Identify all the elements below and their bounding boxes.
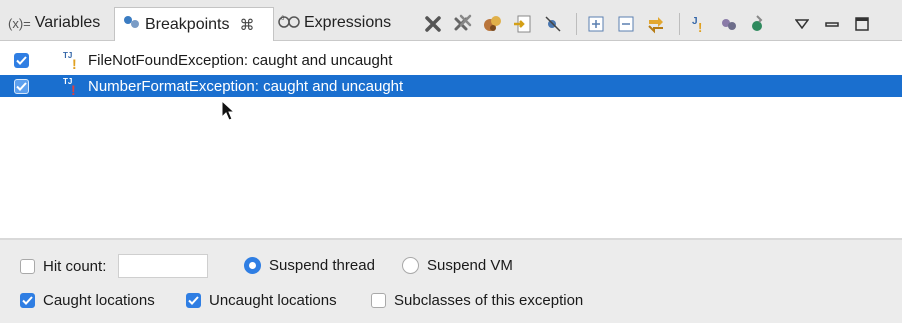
tab-close-icon[interactable]: ⌘: [240, 16, 255, 34]
breakpoints-toolbar: J!: [420, 10, 879, 38]
view-menu-icon[interactable]: [789, 11, 815, 37]
link-with-debug-icon[interactable]: [480, 11, 506, 37]
skip-breakpoints-icon[interactable]: [540, 11, 566, 37]
breakpoint-row[interactable]: TJ! NumberFormatException: caught and un…: [0, 75, 902, 98]
suspend-thread-radio[interactable]: [244, 257, 261, 274]
variables-tab-icon: (x)=: [8, 15, 31, 31]
subclasses-label: Subclasses of this exception: [394, 292, 584, 309]
suspend-vm-radio[interactable]: [402, 257, 419, 274]
expressions-tab-icon: 6: [278, 13, 300, 34]
group-icon[interactable]: [716, 11, 742, 37]
hit-count-input[interactable]: [118, 254, 209, 278]
breakpoint-label: FileNotFoundException: caught and uncaug…: [88, 51, 393, 69]
breakpoint-label: NumberFormatException: caught and uncaug…: [88, 77, 404, 95]
toolbar-separator: [576, 13, 577, 35]
subclasses-checkbox[interactable]: [371, 293, 386, 308]
svg-text:!: !: [71, 82, 76, 96]
svg-text:!: !: [698, 20, 702, 34]
breakpoints-list[interactable]: TJ! FileNotFoundException: caught and un…: [0, 42, 902, 238]
tab-breakpoints[interactable]: Breakpoints ⌘: [114, 7, 274, 41]
view-tab-bar: (x)= Variables Breakpoints ⌘ 6 Expressio…: [0, 0, 902, 41]
breakpoint-row[interactable]: TJ! FileNotFoundException: caught and un…: [0, 49, 902, 72]
caught-locations-checkbox[interactable]: [20, 293, 35, 308]
minimize-icon[interactable]: [819, 11, 845, 37]
maximize-icon[interactable]: [849, 11, 875, 37]
exception-breakpoint-icon: TJ!: [62, 76, 84, 98]
svg-text:TJ: TJ: [63, 51, 72, 60]
subclasses-option[interactable]: Subclasses of this exception: [371, 292, 583, 309]
svg-text:J: J: [692, 16, 698, 27]
breakpoint-types-icon[interactable]: [746, 11, 772, 37]
caught-locations-option[interactable]: Caught locations: [20, 292, 155, 309]
hit-count-option: Hit count:: [20, 254, 209, 278]
suspend-vm-option[interactable]: Suspend VM: [402, 257, 513, 274]
tab-variables[interactable]: (x)= Variables: [8, 6, 100, 40]
link-icon[interactable]: [643, 11, 669, 37]
breakpoint-enabled-checkbox[interactable]: [14, 52, 29, 68]
remove-all-icon[interactable]: [450, 11, 476, 37]
breakpoint-enabled-checkbox[interactable]: [14, 78, 29, 94]
tab-variables-label: Variables: [34, 14, 101, 31]
tab-expressions[interactable]: 6 Expressions: [278, 6, 391, 40]
tab-breakpoints-label: Breakpoints: [145, 15, 230, 33]
toolbar-separator: [782, 13, 783, 35]
caught-locations-label: Caught locations: [43, 292, 155, 309]
exception-breakpoint-icon: TJ!: [62, 50, 84, 72]
uncaught-locations-label: Uncaught locations: [209, 292, 337, 309]
breakpoint-properties-panel: Hit count: Suspend thread Suspend VM Cau…: [0, 240, 902, 323]
suspend-vm-label: Suspend VM: [427, 257, 513, 274]
remove-icon[interactable]: [420, 11, 446, 37]
hit-count-label: Hit count:: [43, 257, 107, 275]
collapse-all-icon[interactable]: [613, 11, 639, 37]
breakpoints-tab-icon: [123, 15, 141, 34]
toolbar-separator: [679, 13, 680, 35]
java-exception-breakpoint-icon[interactable]: J!: [686, 11, 712, 37]
mouse-pointer-icon: [221, 99, 236, 127]
tab-expressions-label: Expressions: [304, 14, 392, 31]
suspend-thread-option[interactable]: Suspend thread: [244, 257, 375, 274]
expand-all-icon[interactable]: [583, 11, 609, 37]
hit-count-checkbox[interactable]: [20, 258, 35, 274]
go-to-file-icon[interactable]: [510, 11, 536, 37]
uncaught-locations-checkbox[interactable]: [186, 293, 201, 308]
suspend-thread-label: Suspend thread: [269, 257, 375, 274]
uncaught-locations-option[interactable]: Uncaught locations: [186, 292, 337, 309]
svg-text:!: !: [72, 56, 77, 70]
